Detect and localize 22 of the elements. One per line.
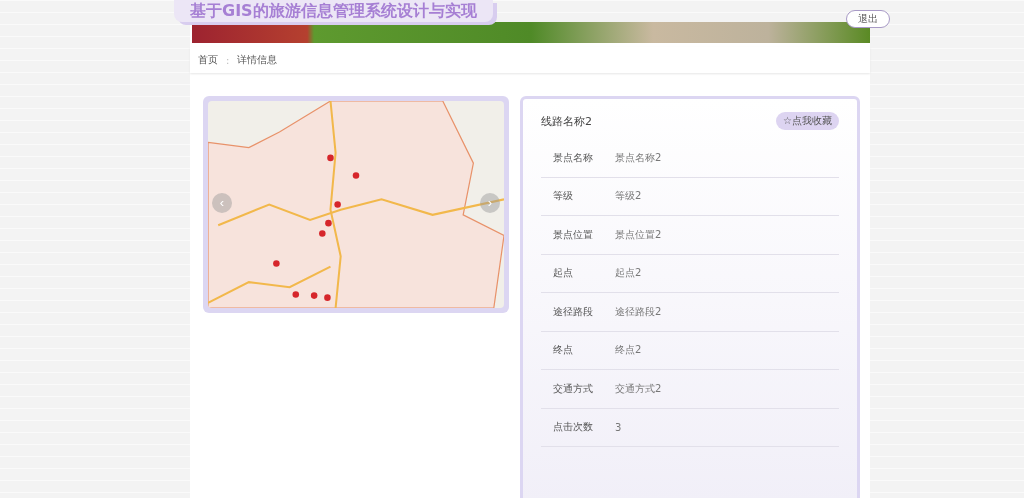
- breadcrumb-link[interactable]: 首页: [198, 53, 218, 67]
- favorite-button[interactable]: ☆点我收藏: [776, 112, 839, 130]
- field-value: 3: [615, 421, 622, 433]
- breadcrumb-separator: :: [226, 54, 230, 66]
- field-label: 点击次数: [553, 420, 594, 435]
- field-label: 起点: [553, 266, 574, 281]
- route-name: 线路名称2: [541, 113, 592, 129]
- field-value: 景点位置2: [615, 227, 662, 242]
- field-value: 景点名称2: [615, 150, 662, 165]
- breadcrumb-current: 详情信息: [237, 53, 278, 67]
- field-label: 终点: [553, 343, 574, 358]
- field-label: 景点位置: [553, 227, 594, 242]
- field-label: 等级: [553, 189, 574, 204]
- field-value: 交通方式2: [615, 381, 662, 396]
- field-value: 终点2: [615, 343, 642, 358]
- field-label: 途径路段: [553, 304, 594, 319]
- field-label: 交通方式: [553, 381, 594, 396]
- field-label: 景点名称: [553, 150, 594, 165]
- logout-button[interactable]: 退出: [846, 10, 890, 28]
- field-value: 途径路段2: [615, 304, 662, 319]
- field-value: 等级2: [615, 189, 642, 204]
- field-value: 起点2: [615, 266, 642, 281]
